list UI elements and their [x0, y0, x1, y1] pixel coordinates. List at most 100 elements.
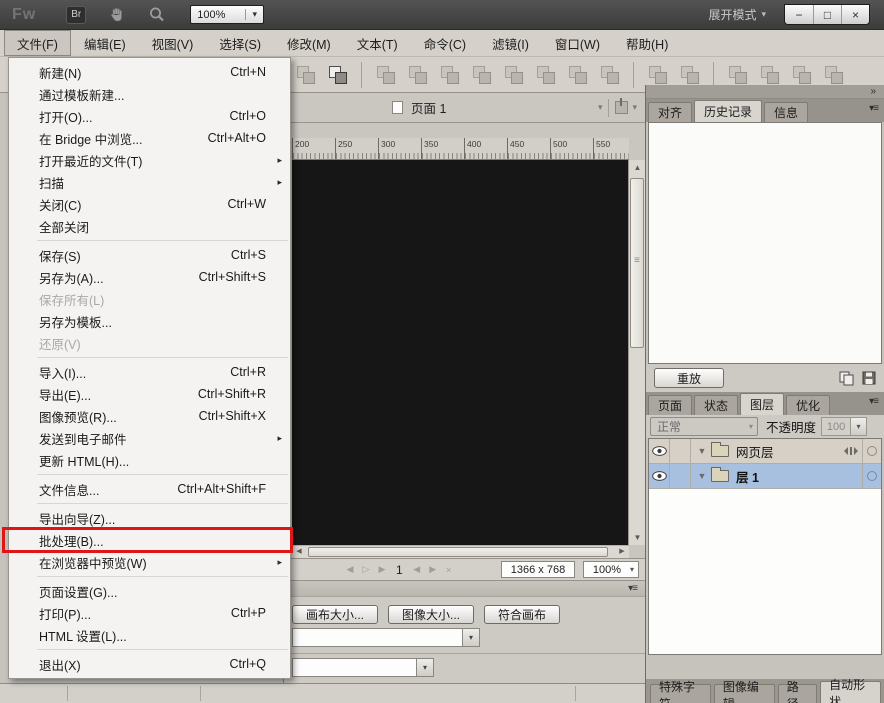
page-tab-title[interactable]: 页面 1 — [411, 98, 446, 117]
panel-tab[interactable]: 优化 — [786, 395, 830, 415]
scroll-left-icon[interactable]: ◀ — [292, 546, 306, 558]
vertical-scroll-thumb[interactable] — [630, 178, 644, 348]
align-edges-icon[interactable] — [375, 64, 397, 86]
scroll-right-icon[interactable]: ▶ — [615, 546, 629, 558]
layer-name[interactable]: 网页层 — [736, 442, 844, 461]
menu-bar-item[interactable]: 文件(F) — [4, 30, 71, 56]
file-menu-item[interactable]: ▸ — [9, 471, 290, 478]
chevron-down-icon[interactable]: ▾ — [416, 659, 433, 676]
file-menu-item[interactable]: 在 Bridge 中浏览... Ctrl+Alt+O ▸ — [9, 127, 290, 149]
file-menu-item[interactable]: HTML 设置(L)... ▸ — [9, 624, 290, 646]
properties-button[interactable]: 画布大小... — [292, 605, 378, 624]
layer-expand-icon[interactable]: ▼ — [695, 446, 709, 456]
close-button[interactable]: × — [841, 5, 869, 24]
minimize-button[interactable]: − — [785, 5, 813, 24]
layer-select-circle[interactable] — [867, 446, 877, 456]
first-state-icon[interactable]: ◀ — [342, 564, 358, 575]
save-steps-icon[interactable] — [862, 371, 876, 385]
file-menu-item[interactable]: 另存为(A)... Ctrl+Shift+S ▸ — [9, 266, 290, 288]
menu-bar-item[interactable]: 选择(S) — [206, 30, 274, 56]
file-menu-item[interactable]: 导出(E)... Ctrl+Shift+R ▸ — [9, 383, 290, 405]
layer-expand-icon[interactable]: ▼ — [695, 471, 709, 481]
menu-bar-item[interactable]: 窗口(W) — [542, 30, 613, 56]
panel-tab[interactable]: 信息 — [764, 102, 808, 122]
panel-tab[interactable]: 页面 — [648, 395, 692, 415]
panel-menu-icon[interactable]: ▾≡ — [628, 583, 637, 594]
file-menu-item[interactable]: ▸ — [9, 500, 290, 507]
网页层[interactable]: ▼ 网页层 — [649, 439, 881, 464]
file-menu-item[interactable]: ▸ — [9, 237, 290, 244]
file-menu-item[interactable]: 打开(O)... Ctrl+O ▸ — [9, 105, 290, 127]
panel-tab[interactable]: 路径 — [778, 684, 817, 703]
file-menu-item[interactable]: 发送到电子邮件 ▸ — [9, 427, 290, 449]
union-icon[interactable] — [439, 64, 461, 86]
toolbar-icon[interactable] — [631, 64, 637, 86]
menu-bar-item[interactable]: 文本(T) — [344, 30, 411, 56]
layer-name[interactable]: 层 1 — [736, 467, 862, 486]
chevron-down-icon[interactable]: ▾ — [598, 102, 603, 113]
menu-bar-item[interactable]: 修改(M) — [274, 30, 344, 56]
scroll-down-icon[interactable]: ▼ — [630, 530, 645, 545]
panel-tab[interactable]: 自动形状 — [820, 681, 881, 703]
file-menu-item[interactable]: ▸ — [9, 573, 290, 580]
file-menu-item[interactable]: 保存所有(L) ▸ — [9, 288, 290, 310]
layer-lock-cell[interactable] — [670, 464, 691, 488]
scroll-up-icon[interactable]: ▲ — [630, 160, 645, 175]
zoom-tool-icon[interactable] — [148, 6, 166, 24]
panel-tab[interactable]: 对齐 — [648, 102, 692, 122]
redraw-path-icon[interactable] — [647, 64, 669, 86]
send-back-icon[interactable] — [567, 64, 589, 86]
layer-lock-cell[interactable] — [670, 439, 691, 463]
preview-export-icon[interactable] — [615, 101, 628, 114]
file-menu-item[interactable]: 新建(N) Ctrl+N ▸ — [9, 61, 290, 83]
menu-bar-item[interactable]: 视图(V) — [139, 30, 207, 56]
panel-tab[interactable]: 历史记录 — [694, 100, 762, 122]
panel-tab[interactable]: 特殊字符 — [650, 684, 711, 703]
arrange-icon[interactable] — [599, 64, 621, 86]
file-menu-item[interactable]: 还原(V) ▸ — [9, 332, 290, 354]
last-state-icon[interactable]: ▶ — [374, 564, 390, 575]
fill-options-icon[interactable] — [679, 64, 701, 86]
hand-tool-icon[interactable] — [108, 6, 126, 24]
canvas[interactable] — [292, 160, 629, 545]
horizontal-scrollbar[interactable]: ◀ ▶ — [292, 545, 629, 558]
collapse-to-icons-button[interactable]: » — [646, 85, 884, 99]
opacity-slider-icon[interactable]: ▾ — [851, 417, 867, 436]
new-window-icon[interactable] — [295, 64, 317, 86]
menu-bar-item[interactable]: 帮助(H) — [613, 30, 681, 56]
file-menu-item[interactable]: 在浏览器中预览(W) ▸ — [9, 551, 290, 573]
menu-bar-item[interactable]: 滤镜(I) — [479, 30, 542, 56]
properties-button[interactable]: 图像大小... — [388, 605, 474, 624]
next-state-icon[interactable]: ▶ — [425, 564, 441, 575]
层 1[interactable]: ▼ 层 1 — [649, 464, 881, 489]
file-menu-item[interactable]: 页面设置(G)... ▸ — [9, 580, 290, 602]
transform-icon[interactable] — [759, 64, 781, 86]
file-menu-item[interactable]: 批处理(B)... ▸ — [9, 529, 290, 551]
file-menu-item[interactable]: ▸ — [9, 354, 290, 361]
prev-state-icon[interactable]: ◀ — [409, 564, 425, 575]
distribute-icon[interactable] — [407, 64, 429, 86]
play-icon[interactable]: ▷ — [358, 564, 374, 575]
flip-vertical-icon[interactable] — [823, 64, 845, 86]
layer-visibility-toggle[interactable] — [649, 464, 670, 488]
file-menu-item[interactable]: 退出(X) Ctrl+Q ▸ — [9, 653, 290, 675]
vertical-scrollbar[interactable]: ▲ ▼ — [628, 160, 645, 545]
zoom-level-control[interactable]: 100% ▾ — [583, 561, 639, 578]
magnification-combo[interactable]: 100% ▾ — [190, 5, 264, 24]
panel-tab[interactable]: 图层 — [740, 393, 784, 415]
properties-button[interactable]: 符合画布 — [484, 605, 560, 624]
horizontal-scroll-thumb[interactable] — [308, 547, 608, 557]
punch-icon[interactable] — [471, 64, 493, 86]
copy-steps-icon[interactable] — [839, 371, 854, 386]
panel-menu-icon[interactable]: ▾≡ — [869, 396, 878, 407]
file-menu-item[interactable]: 图像预览(R)... Ctrl+Shift+X ▸ — [9, 405, 290, 427]
opacity-value-field[interactable]: 100 — [821, 417, 851, 436]
blend-mode-dropdown[interactable]: 正常 ▾ — [650, 417, 758, 436]
chevron-down-icon[interactable]: ▾ — [462, 629, 479, 646]
file-menu-item[interactable]: 通过模板新建... ▸ — [9, 83, 290, 105]
toolbar-icon[interactable] — [711, 64, 717, 86]
file-menu-item[interactable]: 导入(I)... Ctrl+R ▸ — [9, 361, 290, 383]
flip-horizontal-icon[interactable] — [791, 64, 813, 86]
file-menu-item[interactable]: 打开最近的文件(T) ▸ — [9, 149, 290, 171]
file-menu-item[interactable]: 扫描 ▸ — [9, 171, 290, 193]
